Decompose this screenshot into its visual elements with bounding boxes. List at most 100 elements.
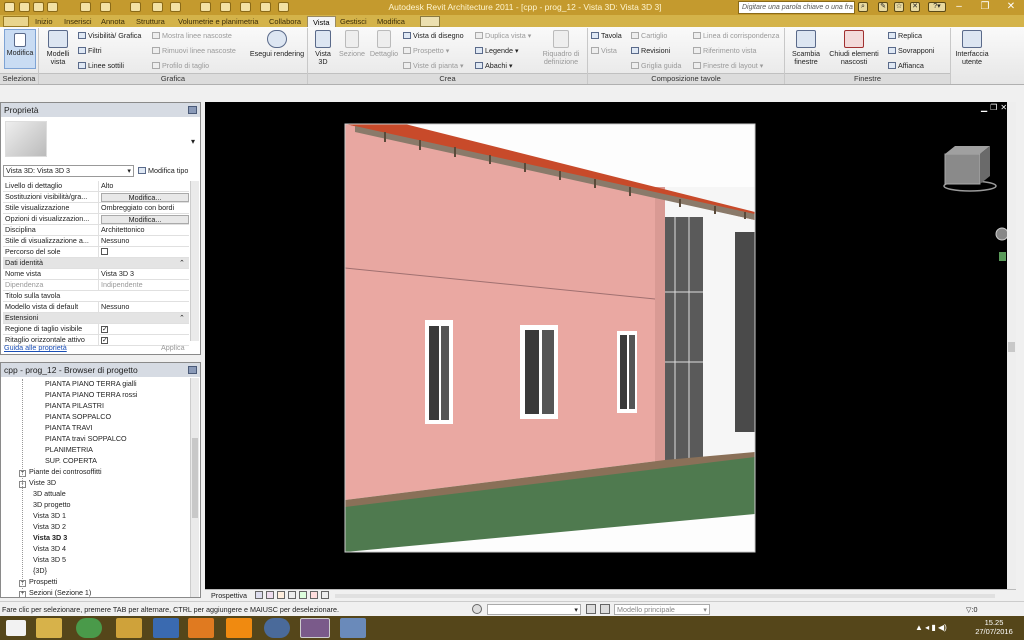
linea-corrispondenza-button[interactable]: Linea di corrispondenza (693, 31, 779, 40)
property-row[interactable]: Regione di taglio visibile ✓ (3, 324, 189, 335)
panel-grafica[interactable]: Grafica (39, 73, 307, 84)
application-button[interactable] (3, 16, 29, 27)
file-explorer-icon[interactable] (36, 618, 62, 638)
panel-composizione[interactable]: Composizione tavole (588, 73, 784, 84)
vlc-icon[interactable] (226, 618, 252, 638)
text-icon[interactable] (170, 2, 181, 12)
property-row[interactable]: Percorso del sole (3, 247, 189, 258)
design-options-icon[interactable] (600, 604, 610, 614)
property-edit-button[interactable]: Modifica... (98, 192, 189, 202)
modifica-button[interactable]: Modifica... (101, 193, 189, 202)
filter-icon[interactable]: ▽:0 (966, 605, 978, 614)
collapse-icon[interactable]: ⌃ (179, 258, 185, 268)
tree-item[interactable]: Vista 3D 4 (33, 544, 66, 554)
property-row[interactable]: Stile visualizzazione Ombreggiato con bor… (3, 203, 189, 214)
panel-finestre[interactable]: Finestre (785, 73, 950, 84)
hide-isolate-icon[interactable] (321, 591, 329, 599)
projection-label[interactable]: Prospettiva (211, 591, 247, 600)
tray-icons[interactable]: ▲ ◂ ▮ ◀) (915, 623, 947, 632)
workset-dropdown[interactable]: ▾ (487, 604, 581, 615)
revisioni-button[interactable]: Revisioni (631, 46, 670, 55)
property-row[interactable]: Titolo sulla tavola (3, 291, 189, 302)
browser-scrollbar[interactable] (190, 378, 199, 597)
mostra-linee-button[interactable]: Mostra linee nascoste (152, 31, 232, 40)
cartiglio-button[interactable]: Cartiglio (631, 31, 667, 40)
tree-item[interactable]: PIANTA SOPPALCO (45, 412, 111, 422)
interfaccia-utente-button[interactable]: Interfaccia utente (952, 30, 992, 66)
stack-app-icon[interactable] (153, 618, 179, 638)
design-option-dropdown[interactable]: Modello principale ▾ (614, 604, 710, 615)
property-row[interactable]: Modello vista di default Nessuno (3, 302, 189, 313)
modelli-vista-button[interactable]: Modelli vista (41, 30, 75, 66)
abachi-button[interactable]: Abachi ▾ (475, 61, 513, 70)
rimuovi-linee-button[interactable]: Rimuovi linee nascoste (152, 46, 236, 55)
tree-item[interactable]: PIANTA PILASTRI (45, 401, 104, 411)
modifica-button[interactable]: Modifica... (101, 215, 189, 224)
tab-modifica[interactable]: Modifica (372, 16, 410, 27)
tree-item[interactable]: + Prospetti (19, 577, 57, 587)
tavola-button[interactable]: Tavola (591, 31, 622, 40)
dimension-icon[interactable] (152, 2, 163, 12)
linee-sottili-button[interactable]: Linee sottili (78, 61, 124, 70)
tree-item[interactable]: PIANTA travi SOPPALCO (45, 434, 127, 444)
checkbox-icon[interactable]: ✓ (101, 326, 108, 333)
modifica-button[interactable]: Modifica (4, 29, 36, 69)
sezione-button[interactable]: Sezione (336, 30, 368, 58)
switch-windows-icon[interactable] (278, 2, 289, 12)
tree-item[interactable]: - Viste 3D (19, 478, 56, 488)
tree-item[interactable]: 3D progetto (33, 500, 71, 510)
tab-volumetrie[interactable]: Volumetrie e planimetria (173, 16, 263, 27)
detail-level-icon[interactable] (255, 591, 263, 599)
scroll-thumb[interactable] (192, 438, 198, 518)
modifica-tipo-button[interactable]: Modifica tipo (138, 165, 188, 176)
chevron-down-icon[interactable]: ▾ (191, 137, 195, 146)
view-h-scrollbar[interactable] (335, 594, 995, 598)
close-icon[interactable] (188, 106, 197, 114)
tab-struttura[interactable]: Struttura (131, 16, 170, 27)
property-row[interactable]: Dati identità ⌃ (3, 258, 189, 269)
property-checkbox[interactable]: ✓ (98, 324, 189, 334)
vista-3d-button[interactable]: Vista 3D (311, 30, 335, 66)
collapse-icon[interactable]: ⌃ (179, 313, 185, 323)
tree-item[interactable]: Vista 3D 1 (33, 511, 66, 521)
property-edit-button[interactable]: Modifica... (98, 214, 189, 224)
tree-item[interactable]: Vista 3D 2 (33, 522, 66, 532)
chrome-icon[interactable] (76, 618, 102, 638)
filtri-button[interactable]: Filtri (78, 46, 102, 55)
save-icon[interactable] (33, 2, 44, 12)
measure-icon[interactable] (130, 2, 141, 12)
tab-gestisci[interactable]: Gestisci (335, 16, 372, 27)
sun-path-icon[interactable] (277, 591, 285, 599)
tab-inizio[interactable]: Inizio (30, 16, 58, 27)
tree-item[interactable]: PIANTA PIANO TERRA gialli (45, 379, 137, 389)
tab-collabora[interactable]: Collabora (264, 16, 306, 27)
property-row[interactable]: Livello di dettaglio Alto (3, 181, 189, 192)
subscription-icon[interactable]: ✎ (878, 2, 888, 12)
favorites-icon[interactable]: ✕ (910, 2, 920, 12)
tab-annota[interactable]: Annota (96, 16, 130, 27)
type-selector[interactable]: Vista 3D: Vista 3D 3 ▾ (3, 165, 134, 177)
esegui-rendering-button[interactable]: Esegui rendering (248, 30, 306, 58)
vista-place-button[interactable]: Vista (591, 46, 617, 55)
property-row[interactable]: Dipendenza Indipendente (3, 280, 189, 291)
binoculars-icon[interactable]: ⌕ (858, 2, 868, 12)
tab-inserisci[interactable]: Inserisci (59, 16, 97, 27)
windows-start-icon[interactable] (6, 620, 26, 636)
replica-button[interactable]: Replica (888, 31, 922, 40)
panel-crea[interactable]: Crea (308, 73, 587, 84)
tab-vista[interactable]: Vista (307, 16, 336, 27)
close-icon[interactable]: ✕ (998, 0, 1024, 14)
guida-proprieta-link[interactable]: Guida alle proprietà (4, 343, 67, 352)
tree-item[interactable]: PLANIMETRIA (45, 445, 93, 455)
open-icon[interactable] (19, 2, 30, 12)
thin-lines-icon[interactable] (240, 2, 251, 12)
editable-only-icon[interactable] (586, 604, 596, 614)
property-checkbox[interactable] (98, 247, 189, 258)
property-row[interactable]: Estensioni ⌃ (3, 313, 189, 324)
checkbox-icon[interactable] (101, 248, 108, 255)
property-row[interactable]: Opzioni di visualizzazion... Modifica... (3, 214, 189, 225)
close-icon[interactable] (188, 366, 197, 374)
tree-item[interactable]: + Piante dei controsoffitti (19, 467, 102, 477)
shadows-icon[interactable] (288, 591, 296, 599)
chiudi-nascosti-button[interactable]: Chiudi elementi nascosti (826, 30, 882, 66)
